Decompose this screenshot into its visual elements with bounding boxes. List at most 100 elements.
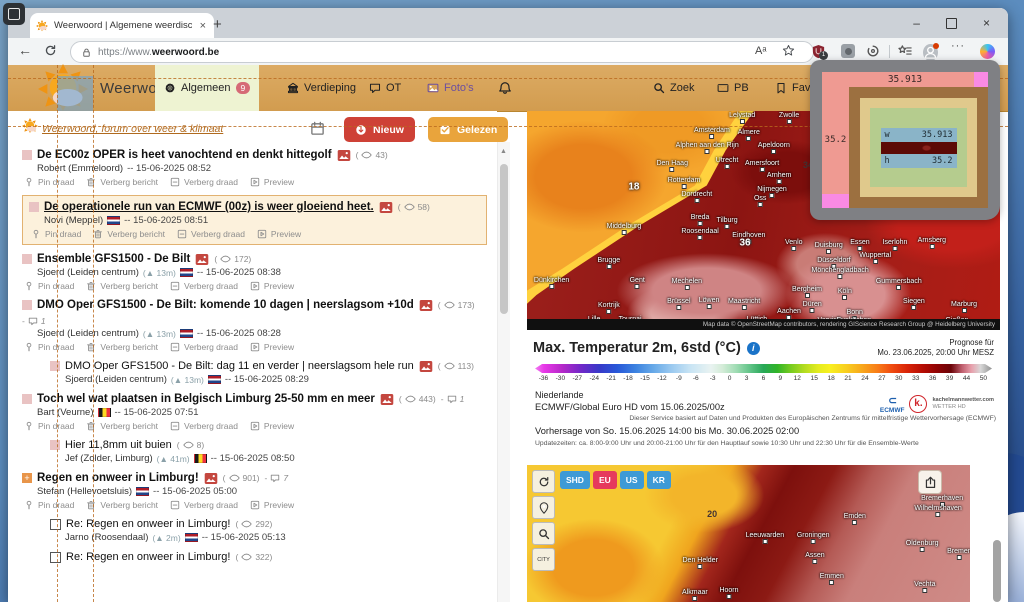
adblock-extension-icon[interactable]: 1 [811,43,828,61]
forum-scrollbar[interactable]: ▲ [497,142,510,602]
trash-icon[interactable] [86,177,96,187]
thread-title-link[interactable]: Re: Regen en onweer in Limburg! [66,518,230,530]
nav-search[interactable]: Zoek [644,65,703,111]
pin-icon[interactable] [24,421,34,431]
minus-square-icon[interactable] [170,500,180,510]
nav-tab-algemeen[interactable]: Algemeen 9 [155,65,260,111]
pin-icon[interactable] [24,500,34,510]
info-icon[interactable]: i [746,341,760,355]
map-zoom-button[interactable] [532,522,555,545]
map-location-button[interactable] [532,496,555,519]
play-square-icon[interactable] [250,281,260,291]
pin-icon[interactable] [24,342,34,352]
settings-menu-icon[interactable]: ··· [951,40,965,52]
play-square-icon[interactable] [250,500,260,510]
action-link[interactable]: Verberg bericht [107,229,165,239]
pin-icon[interactable] [31,229,41,239]
thread-title-link[interactable]: Regen en onweer in Limburg! [37,472,199,484]
map-share-button[interactable] [918,470,942,494]
page-scrollbar-thumb[interactable] [993,540,1001,602]
action-link[interactable]: Verberg bericht [100,342,158,352]
play-square-icon[interactable] [250,342,260,352]
nav-pb[interactable]: PB [708,65,758,111]
thread-title-link[interactable]: DMO Oper GFS1500 - De Bilt: dag 11 en ve… [65,360,414,372]
action-link[interactable]: Verberg draad [184,281,238,291]
subforum-icon [50,440,60,450]
trash-icon[interactable] [86,500,96,510]
minus-square-icon[interactable] [170,281,180,291]
play-square-icon[interactable] [250,421,260,431]
trash-icon[interactable] [93,229,103,239]
action-link[interactable]: Preview [264,421,294,431]
trash-icon[interactable] [86,421,96,431]
browser-tab[interactable]: Weerwoord | Algemene weerdisc × [30,13,214,38]
forum-tagline-link[interactable]: Weerwoord, forum over weer & klimaat [42,123,223,135]
action-link[interactable]: Verberg bericht [100,421,158,431]
map-city-toggle[interactable]: CITY [532,548,555,571]
action-link[interactable]: Preview [271,229,301,239]
tab-actions-button[interactable] [3,3,25,25]
action-link[interactable]: Verberg bericht [100,281,158,291]
close-window-button[interactable]: × [983,16,990,30]
bell-icon[interactable] [498,81,512,95]
nav-tab-verdieping[interactable]: Verdieping [278,65,365,111]
nav-tab-ot[interactable]: OT [360,65,410,111]
model-button-eu[interactable]: EU [592,471,617,489]
nav-tab-fotos[interactable]: Foto's [418,65,483,111]
extension-icon[interactable] [866,44,880,58]
minimize-button[interactable]: – [913,16,920,30]
refresh-icon[interactable] [44,44,57,57]
calendar-icon[interactable] [310,121,325,136]
model-button-shd[interactable]: SHD [560,471,590,489]
minus-square-icon[interactable] [177,229,187,239]
close-tab-icon[interactable]: × [198,20,208,32]
extension-icon[interactable] [841,44,855,58]
scroll-up-icon[interactable]: ▲ [500,148,507,155]
forum-scrollbar-thumb[interactable] [500,164,508,314]
profile-avatar[interactable] [923,43,939,61]
favorite-star-icon[interactable] [782,44,795,57]
favorites-bar-icon[interactable] [898,44,912,58]
thread-title-link[interactable]: Hier 11,8mm uit buien [65,439,172,451]
thread-title-link[interactable]: Toch wel wat plaatsen in Belgisch Limbur… [37,393,375,405]
back-button[interactable]: ← [18,42,32,58]
action-link[interactable]: Verberg draad [184,177,238,187]
action-link[interactable]: Preview [264,342,294,352]
action-link[interactable]: Verberg bericht [100,177,158,187]
action-link[interactable]: Pin draad [45,229,81,239]
thread-title-link[interactable]: De EC00z OPER is heet vanochtend en denk… [37,149,332,161]
thread-checkbox[interactable] [50,518,61,530]
action-link[interactable]: Verberg draad [191,229,245,239]
model-button-us[interactable]: US [619,471,644,489]
action-link[interactable]: Verberg draad [184,421,238,431]
thread-title-link[interactable]: Re: Regen en onweer in Limburg! [66,551,230,563]
action-link[interactable]: Preview [264,281,294,291]
action-link[interactable]: Verberg draad [184,342,238,352]
model-button-kr[interactable]: KR [646,471,671,489]
action-link[interactable]: Preview [264,500,294,510]
minus-square-icon[interactable] [170,177,180,187]
new-tab-button[interactable]: + [213,16,222,33]
play-square-icon[interactable] [257,229,267,239]
pin-icon[interactable] [24,177,34,187]
trash-icon[interactable] [86,342,96,352]
copilot-icon[interactable] [980,44,995,59]
trash-icon[interactable] [86,281,96,291]
new-posts-button[interactable]: Nieuw [344,117,415,142]
minus-square-icon[interactable] [170,342,180,352]
read-aloud-icon[interactable]: Aᵃ [755,45,766,57]
thread-title-link[interactable]: Ensemble GFS1500 - De Bilt [37,253,190,265]
colorbar-tick: -30 [555,375,566,382]
mark-read-button[interactable]: Gelezen [428,117,509,142]
maximize-button[interactable] [945,17,957,29]
minus-square-icon[interactable] [170,421,180,431]
colorbar-tick: 39 [945,375,954,382]
action-link[interactable]: Verberg bericht [100,500,158,510]
pin-icon[interactable] [24,281,34,291]
play-square-icon[interactable] [250,177,260,187]
action-link[interactable]: Verberg draad [184,500,238,510]
action-link[interactable]: Preview [264,177,294,187]
thread-checkbox[interactable] [50,551,61,563]
map-refresh-button[interactable] [532,470,555,493]
address-bar[interactable]: https://www.weerwoord.be [70,41,814,63]
